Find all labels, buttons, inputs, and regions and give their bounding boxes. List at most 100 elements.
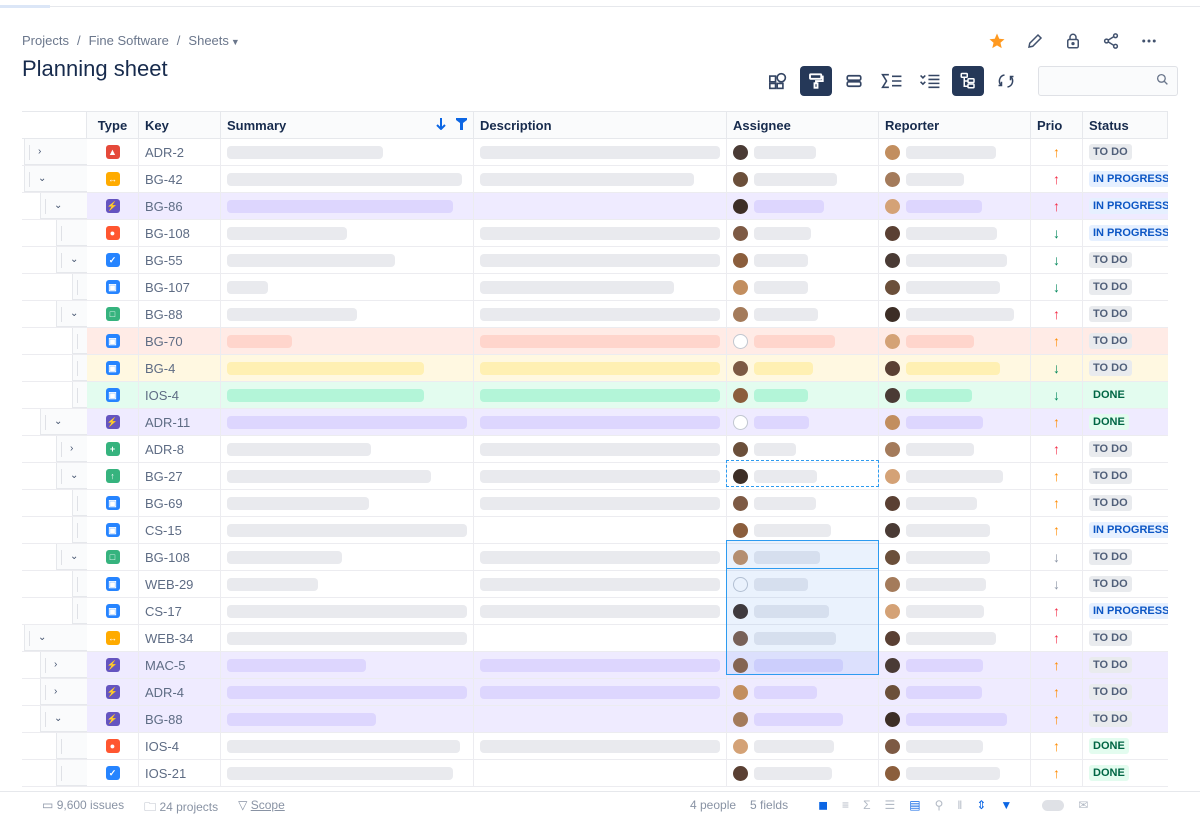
issue-key[interactable]: BG-108 (139, 220, 221, 246)
table-row[interactable]: › ▲ ADR-2 ↑ TO DO (22, 139, 1168, 166)
description-cell[interactable] (474, 139, 727, 165)
assignee-cell[interactable] (727, 706, 879, 732)
priority-cell[interactable]: ↑ (1031, 139, 1083, 165)
status-cell[interactable]: IN PROGRESS (1083, 220, 1168, 246)
table-row[interactable]: ⌄ ↔ WEB-34 ↑ TO DO (22, 625, 1168, 652)
sum-status-icon[interactable]: Σ (863, 798, 870, 812)
status-cell[interactable]: TO DO (1083, 247, 1168, 273)
reporter-cell[interactable] (879, 166, 1031, 192)
status-cell[interactable]: TO DO (1083, 139, 1168, 165)
list-status-icon[interactable]: ☰ (884, 798, 895, 812)
summary-cell[interactable] (221, 301, 474, 327)
reporter-cell[interactable] (879, 301, 1031, 327)
table-row[interactable]: ▣ CS-17 ↑ IN PROGRESS (22, 598, 1168, 625)
priority-cell[interactable]: ↑ (1031, 490, 1083, 516)
reporter-cell[interactable] (879, 463, 1031, 489)
sort-descending-icon[interactable] (436, 117, 446, 133)
mail-icon[interactable]: ✉ (1078, 798, 1088, 812)
table-row[interactable]: ● BG-108 ↓ IN PROGRESS (22, 220, 1168, 247)
table-row[interactable]: ⌄ ↑ BG-27 ↑ TO DO (22, 463, 1168, 490)
assignee-cell[interactable] (727, 355, 879, 381)
table-row[interactable]: ⌄ ⚡ BG-86 ↑ IN PROGRESS (22, 193, 1168, 220)
header-assignee[interactable]: Assignee (727, 112, 879, 138)
reporter-cell[interactable] (879, 139, 1031, 165)
description-cell[interactable] (474, 409, 727, 435)
reporter-cell[interactable] (879, 409, 1031, 435)
table-row[interactable]: ▣ BG-69 ↑ TO DO (22, 490, 1168, 517)
reporter-cell[interactable] (879, 517, 1031, 543)
summary-cell[interactable] (221, 193, 474, 219)
status-badge[interactable]: TO DO (1089, 657, 1132, 673)
header-status[interactable]: Status (1083, 112, 1168, 138)
issue-key[interactable]: WEB-29 (139, 571, 221, 597)
hierarchy-status-icon[interactable]: ▤ (909, 798, 920, 812)
issue-key[interactable]: BG-107 (139, 274, 221, 300)
priority-cell[interactable]: ↑ (1031, 436, 1083, 462)
reporter-cell[interactable] (879, 652, 1031, 678)
priority-cell[interactable]: ↑ (1031, 706, 1083, 732)
search-status-icon[interactable]: ⚲ (935, 798, 944, 812)
issue-key[interactable]: BG-88 (139, 706, 221, 732)
table-row[interactable]: ▣ IOS-4 ↓ DONE (22, 382, 1168, 409)
summary-cell[interactable] (221, 571, 474, 597)
description-cell[interactable] (474, 517, 727, 543)
priority-cell[interactable]: ↑ (1031, 625, 1083, 651)
priority-cell[interactable]: ↓ (1031, 355, 1083, 381)
chevron-down-icon[interactable]: ⌄ (70, 254, 78, 265)
chevron-right-icon[interactable]: › (38, 146, 41, 157)
priority-cell[interactable]: ↓ (1031, 544, 1083, 570)
table-row[interactable]: ✓ IOS-21 ↑ DONE (22, 760, 1168, 787)
status-cell[interactable]: TO DO (1083, 355, 1168, 381)
issue-key[interactable]: IOS-4 (139, 733, 221, 759)
description-cell[interactable] (474, 625, 727, 651)
priority-cell[interactable]: ↑ (1031, 733, 1083, 759)
priority-cell[interactable]: ↑ (1031, 517, 1083, 543)
table-row[interactable]: ⌄ □ BG-108 ↓ TO DO (22, 544, 1168, 571)
reporter-cell[interactable] (879, 193, 1031, 219)
reporter-cell[interactable] (879, 679, 1031, 705)
description-cell[interactable] (474, 355, 727, 381)
breadcrumb-sheets[interactable]: Sheets ▼ (188, 33, 239, 48)
summary-cell[interactable] (221, 625, 474, 651)
chevron-right-icon[interactable]: › (70, 443, 73, 454)
assignee-cell[interactable] (727, 139, 879, 165)
rows-icon[interactable] (838, 66, 870, 96)
breadcrumb-fine-software[interactable]: Fine Software (89, 33, 169, 48)
priority-cell[interactable]: ↑ (1031, 301, 1083, 327)
description-cell[interactable] (474, 544, 727, 570)
issue-key[interactable]: ADR-2 (139, 139, 221, 165)
summary-cell[interactable] (221, 517, 474, 543)
issue-key[interactable]: BG-108 (139, 544, 221, 570)
reporter-cell[interactable] (879, 328, 1031, 354)
header-reporter[interactable]: Reporter (879, 112, 1031, 138)
description-cell[interactable] (474, 679, 727, 705)
priority-cell[interactable]: ↓ (1031, 247, 1083, 273)
reporter-cell[interactable] (879, 274, 1031, 300)
table-row[interactable]: › ⚡ MAC-5 ↑ TO DO (22, 652, 1168, 679)
lock-icon[interactable] (1062, 30, 1084, 52)
rows-status-icon[interactable]: ≡ (842, 798, 849, 812)
issue-key[interactable]: BG-42 (139, 166, 221, 192)
status-cell[interactable]: TO DO (1083, 571, 1168, 597)
status-badge[interactable]: DONE (1089, 387, 1129, 403)
issue-key[interactable]: CS-17 (139, 598, 221, 624)
summary-cell[interactable] (221, 679, 474, 705)
reporter-cell[interactable] (879, 436, 1031, 462)
issue-key[interactable]: BG-70 (139, 328, 221, 354)
header-key[interactable]: Key (139, 112, 221, 138)
status-cell[interactable]: IN PROGRESS (1083, 517, 1168, 543)
description-cell[interactable] (474, 274, 727, 300)
table-row[interactable]: ▣ BG-70 ↑ TO DO (22, 328, 1168, 355)
status-cell[interactable]: TO DO (1083, 274, 1168, 300)
priority-cell[interactable]: ↑ (1031, 463, 1083, 489)
chevron-right-icon[interactable]: › (54, 686, 57, 697)
summary-cell[interactable] (221, 733, 474, 759)
table-row[interactable]: ▣ BG-107 ↓ TO DO (22, 274, 1168, 301)
table-row[interactable]: ▣ WEB-29 ↓ TO DO (22, 571, 1168, 598)
summary-cell[interactable] (221, 598, 474, 624)
scope-link[interactable]: ▽ Scope (238, 798, 285, 819)
status-badge[interactable]: TO DO (1089, 306, 1132, 322)
search-input[interactable] (1038, 66, 1178, 96)
status-cell[interactable]: DONE (1083, 382, 1168, 408)
summary-cell[interactable] (221, 544, 474, 570)
